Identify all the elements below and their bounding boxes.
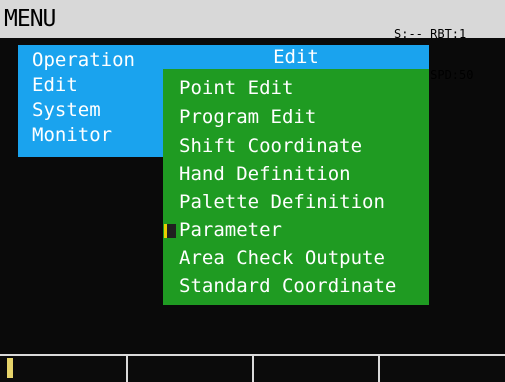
main-menu-item-system[interactable]: System xyxy=(32,99,101,121)
function-key-2[interactable] xyxy=(126,356,254,382)
function-key-3[interactable] xyxy=(252,356,380,382)
function-key-1[interactable] xyxy=(0,356,126,382)
status-line-1: S:-- RBT:1 xyxy=(394,27,467,41)
submenu-item-area-check-output[interactable]: Area Check Outpute xyxy=(179,247,385,269)
edit-submenu: Point Edit Program Edit Shift Coordinate… xyxy=(163,69,429,305)
screen-title: MENU xyxy=(4,6,56,32)
main-menu-item-edit[interactable]: Edit xyxy=(32,74,78,96)
title-bar: MENU S:-- RBT:1 M:-- SPD:50 xyxy=(0,0,505,82)
submenu-item-palette-definition[interactable]: Palette Definition xyxy=(179,191,385,213)
pendant-screen: MENU S:-- RBT:1 M:-- SPD:50 Operation Ed… xyxy=(0,0,505,382)
submenu-item-program-edit[interactable]: Program Edit xyxy=(179,106,316,128)
main-menu: Operation Edit System Monitor xyxy=(18,45,166,157)
submenu-item-hand-definition[interactable]: Hand Definition xyxy=(179,163,351,185)
function-key-4[interactable] xyxy=(378,356,505,382)
submenu-title: Edit xyxy=(273,46,319,68)
main-menu-item-monitor[interactable]: Monitor xyxy=(32,124,112,146)
selection-cursor-icon xyxy=(164,224,176,238)
submenu-item-standard-coordinate[interactable]: Standard Coordinate xyxy=(179,275,396,297)
key-indicator-icon xyxy=(7,358,13,378)
submenu-header: Edit xyxy=(163,45,429,69)
function-key-bar xyxy=(0,354,505,382)
main-menu-item-operation[interactable]: Operation xyxy=(32,49,135,71)
submenu-item-parameter[interactable]: Parameter xyxy=(179,219,282,241)
submenu-item-point-edit[interactable]: Point Edit xyxy=(179,77,293,99)
submenu-item-shift-coordinate[interactable]: Shift Coordinate xyxy=(179,135,362,157)
